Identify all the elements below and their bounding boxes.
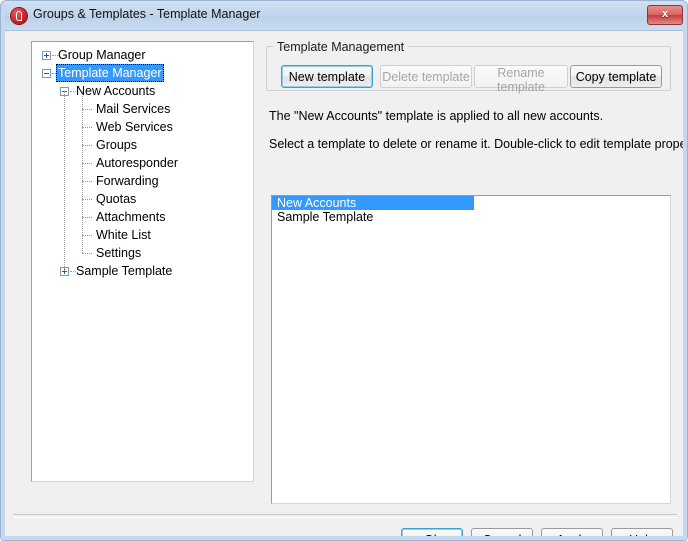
info-line-2: Select a template to delete or rename it… xyxy=(269,137,688,151)
tree-collapse-icon[interactable] xyxy=(42,69,51,78)
tree-item-label: Sample Template xyxy=(74,262,174,280)
tree-item-label: Attachments xyxy=(94,208,167,226)
tree-item-label: Settings xyxy=(94,244,143,262)
list-item[interactable]: Sample Template xyxy=(272,210,670,224)
tree-item-label: Web Services xyxy=(94,118,175,136)
new-template-button[interactable]: New template xyxy=(281,65,373,88)
close-icon: x xyxy=(648,8,682,20)
tree-item-label: Mail Services xyxy=(94,100,172,118)
footer-separator xyxy=(13,514,677,518)
tree-item-label: White List xyxy=(94,226,153,244)
tree-connector xyxy=(82,253,92,255)
tree-item-label: Groups xyxy=(94,136,139,154)
help-button[interactable]: Help xyxy=(611,528,673,541)
copy-template-button[interactable]: Copy template xyxy=(570,65,662,88)
info-line-1: The "New Accounts" template is applied t… xyxy=(269,109,603,123)
navigation-tree: Group ManagerTemplate ManagerNew Account… xyxy=(32,46,253,280)
dialog-client-area: Group ManagerTemplate ManagerNew Account… xyxy=(5,31,685,538)
tree-connector xyxy=(64,91,66,271)
cancel-button[interactable]: Cancel xyxy=(471,528,533,541)
tree-item-label: Group Manager xyxy=(56,46,148,64)
template-list: New AccountsSample Template xyxy=(272,196,670,224)
title-bar: Groups & Templates - Template Manager x xyxy=(1,1,688,31)
list-item[interactable]: New Accounts xyxy=(272,196,474,210)
tree-item-group-manager[interactable]: Group Manager xyxy=(32,46,253,64)
tree-item-label: Forwarding xyxy=(94,172,161,190)
tree-item-label: Quotas xyxy=(94,190,138,208)
dialog-window: Groups & Templates - Template Manager x … xyxy=(0,0,688,541)
tree-expand-icon[interactable] xyxy=(42,51,51,60)
ok-button[interactable]: Ok xyxy=(401,528,463,541)
navigation-tree-panel[interactable]: Group ManagerTemplate ManagerNew Account… xyxy=(31,41,254,482)
template-management-label: Template Management xyxy=(273,40,408,54)
window-title: Groups & Templates - Template Manager xyxy=(33,7,260,21)
tree-item-label: New Accounts xyxy=(74,82,157,100)
tree-connector xyxy=(82,91,84,253)
close-button[interactable]: x xyxy=(647,5,683,25)
tree-item-label: Template Manager xyxy=(56,64,164,82)
apply-button[interactable]: Apply xyxy=(541,528,603,541)
rename-template-button: Rename template xyxy=(474,65,568,88)
tree-item-label: Autoresponder xyxy=(94,154,180,172)
app-logo-icon xyxy=(11,8,27,24)
delete-template-button: Delete template xyxy=(380,65,472,88)
tree-item-template-manager[interactable]: Template Manager xyxy=(32,64,253,82)
template-listbox[interactable]: New AccountsSample Template xyxy=(271,195,671,504)
